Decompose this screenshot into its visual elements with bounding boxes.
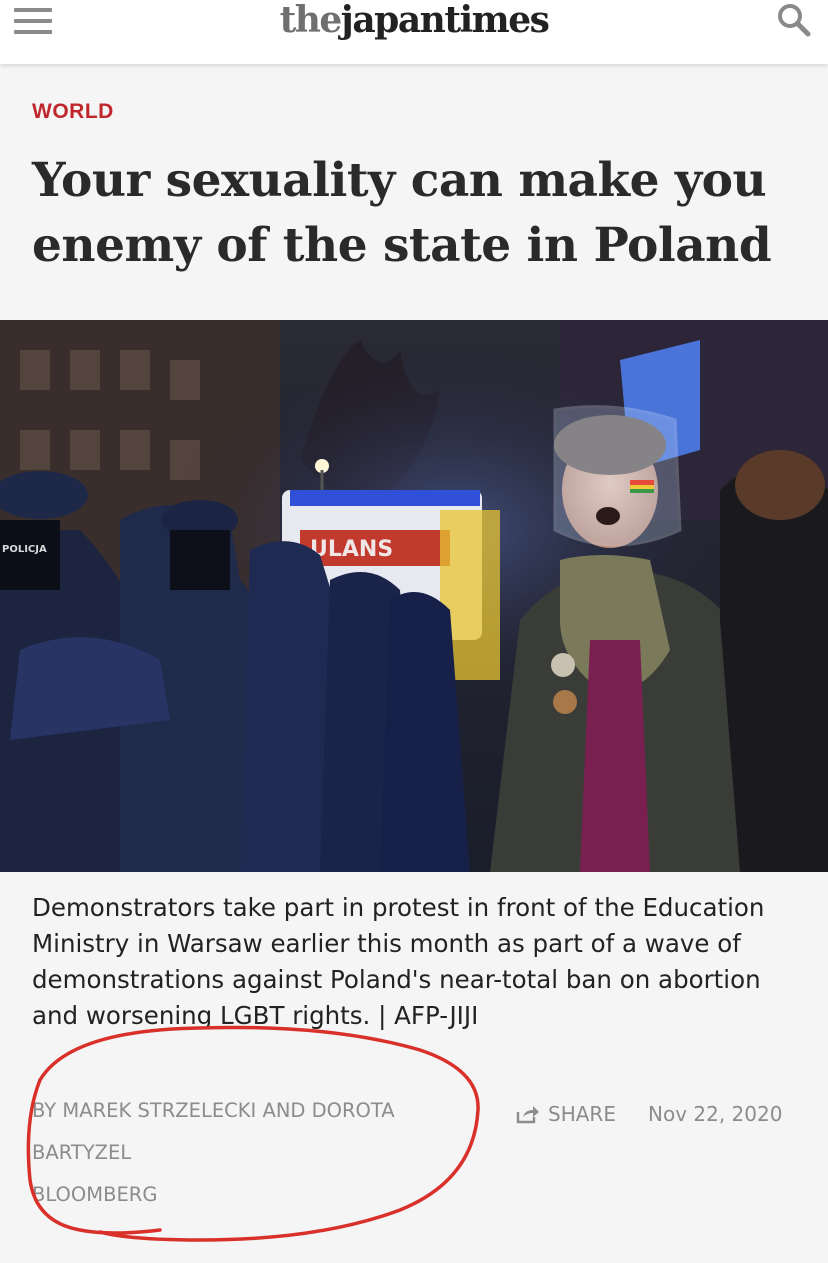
article-headline: Your sexuality can make you enemy of the… (32, 153, 772, 273)
police-cap-text: POLICJA (2, 544, 47, 555)
share-label: SHARE (548, 1102, 616, 1126)
search-icon[interactable] (776, 2, 812, 38)
protest-photo: ULANS POLICJA PO (0, 320, 828, 872)
share-button[interactable]: SHARE (516, 1099, 616, 1129)
section-label[interactable]: WORLD (32, 100, 114, 124)
publish-date: Nov 22, 2020 (648, 1102, 783, 1126)
logo-japan: japan (340, 0, 446, 41)
byline-source: BLOOMBERG (32, 1183, 158, 1206)
ambulance-text: ULANS (310, 537, 393, 562)
article-page: thejapantimes WORLD Your sexuality can m… (0, 0, 828, 1263)
byline-authors-line2[interactable]: BARTYZEL (32, 1132, 482, 1174)
top-navigation-bar: thejapantimes (0, 0, 828, 64)
share-icon (516, 1106, 539, 1124)
article-photo: ULANS POLICJA PO (0, 320, 828, 872)
logo-times: times (444, 0, 550, 41)
site-logo[interactable]: thejapantimes (0, 0, 828, 40)
byline-authors-line1[interactable]: BY MAREK STRZELECKI AND DOROTA (32, 1090, 482, 1132)
article-byline: BY MAREK STRZELECKI AND DOROTA BARTYZEL … (32, 1090, 482, 1216)
logo-the: the (279, 0, 343, 41)
photo-caption: Demonstrators take part in protest in fr… (32, 893, 765, 1030)
